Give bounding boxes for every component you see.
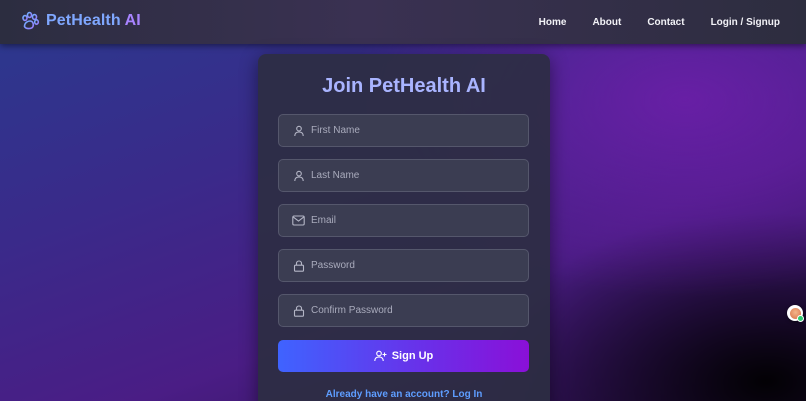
login-link[interactable]: Already have an account? Log In [258,389,550,400]
avatar-icon[interactable] [787,305,804,322]
lock-icon [279,259,305,272]
nav-links: Home About Contact Login / Signup [513,0,780,44]
confirm-password-field [278,294,529,327]
nav-link-about[interactable]: About [592,17,621,28]
brand-name: PetHealth AI [46,12,141,30]
password-field [278,249,529,282]
last-name-field [278,159,529,192]
confirm-password-input[interactable] [305,295,528,326]
sign-up-label: Sign Up [391,350,434,362]
brand-logo[interactable]: PetHealth AI [20,11,141,31]
email-input[interactable] [305,205,528,236]
brand-name-ai: AI [124,12,141,29]
brand-name-main: PetHealth [46,12,125,29]
password-input[interactable] [305,250,528,281]
email-field [278,204,529,237]
signup-card: Join PetHealth AI First Name Last Name E… [258,54,550,401]
user-plus-icon [373,350,387,362]
form-title: Join PetHealth AI [322,75,486,97]
first-name-field [278,114,529,147]
navbar: PetHealth AI Home About Contact Login / … [0,0,806,44]
online-status-dot [797,315,804,322]
last-name-input[interactable] [305,160,528,191]
user-icon [279,125,305,137]
nav-link-contact[interactable]: Contact [647,17,684,28]
sign-up-button[interactable]: Sign Up [278,340,529,372]
nav-link-home[interactable]: Home [539,17,567,28]
user-icon [279,170,305,182]
nav-link-login-signup[interactable]: Login / Signup [711,17,780,28]
paw-icon [22,11,40,30]
first-name-input[interactable] [305,115,528,146]
lock-icon [279,304,305,317]
mail-icon [279,215,305,226]
